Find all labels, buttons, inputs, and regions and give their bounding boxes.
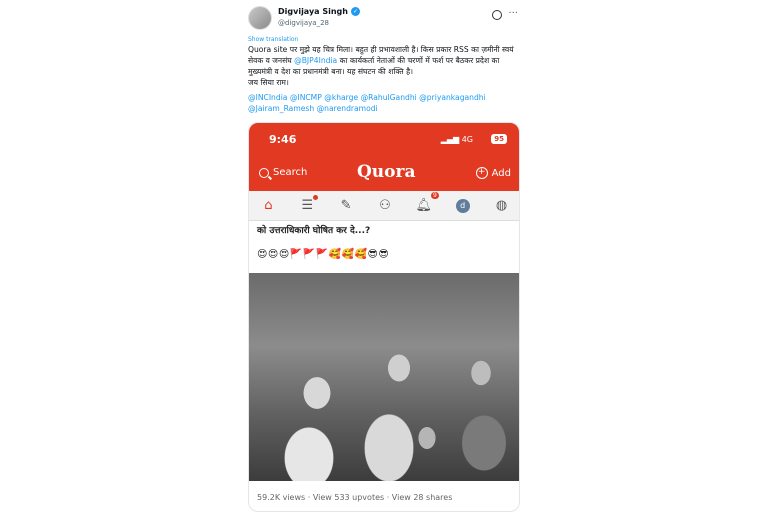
emoji-row: 😍😍😍🚩🚩🚩🥰🥰🥰😎😎 [257,249,390,260]
author-handle[interactable]: @digvijaya_28 [278,19,329,27]
phone-status-bar: 9:46 ▂▄▆ 4G 95 [249,123,519,157]
mentions-line-1[interactable]: @INCIndia @INCMP @kharge @RahulGandhi @p… [248,92,524,103]
more-options-icon[interactable]: ··· [508,8,518,19]
new-dot [313,194,319,200]
show-translation-link[interactable]: Show translation [248,36,298,43]
battery-indicator: 95 [491,134,507,144]
tweet-header: Digvijaya Singh ✓ @digvijaya_28 ··· [248,6,520,32]
search-icon [259,167,269,178]
quora-top-bar: Search Quora + Add [249,157,519,191]
home-icon: ⌂ [264,198,273,213]
quora-search: Search [259,167,307,178]
tweet-media-image[interactable]: 9:46 ▂▄▆ 4G 95 Search Quora + Add ⌂ ☰ ✎ … [248,122,520,512]
verified-badge-icon: ✓ [350,7,360,16]
author-name[interactable]: Digvijaya Singh [278,7,348,16]
post-stats: 59.2K views · View 533 upvotes · View 28… [257,493,453,502]
question-fragment: को उत्तराधिकारी घोषित कर दे...? [257,226,371,236]
profile-icon: d [454,197,472,215]
search-label: Search [273,167,308,178]
grok-icon[interactable] [492,10,502,20]
tweet-mentions[interactable]: @INCIndia @INCMP @kharge @RahulGandhi @p… [248,92,524,114]
plus-icon: + [475,167,488,179]
tweet-text: Quora site पर मुझे यह चित्र मिला। बहुत ह… [248,44,524,88]
profile-avatar: d [455,198,470,213]
quora-add: + Add [475,167,511,179]
tweet-card: Digvijaya Singh ✓ @digvijaya_28 ··· Show… [238,0,530,512]
notifications-icon: 🔔︎ 9 [415,191,439,213]
status-time: 9:46 [269,133,297,146]
network-label: 4G [461,135,473,144]
following-icon: ☰ [298,194,319,215]
mentions-line-2[interactable]: @Jairam_Ramesh @narendramodi [248,103,524,114]
globe-icon: ◍ [495,198,508,213]
author-avatar[interactable] [248,6,272,30]
quora-nav-bar: ⌂ ☰ ✎ ⚇ 🔔︎ 9 d ◍ [249,191,519,221]
add-label: Add [491,167,511,179]
tweet-closing: जय सिया राम। [248,78,289,87]
quora-logo: Quora [357,162,416,182]
author-name-row[interactable]: Digvijaya Singh ✓ [278,7,360,16]
signal-indicator: ▂▄▆ 4G [440,135,473,144]
mention-bjp4india[interactable]: @BJP4India [294,56,337,65]
notification-badge: 9 [430,191,439,199]
spaces-icon: ⚇ [379,198,391,213]
answer-icon: ✎ [340,198,352,213]
black-white-photo [249,273,519,481]
